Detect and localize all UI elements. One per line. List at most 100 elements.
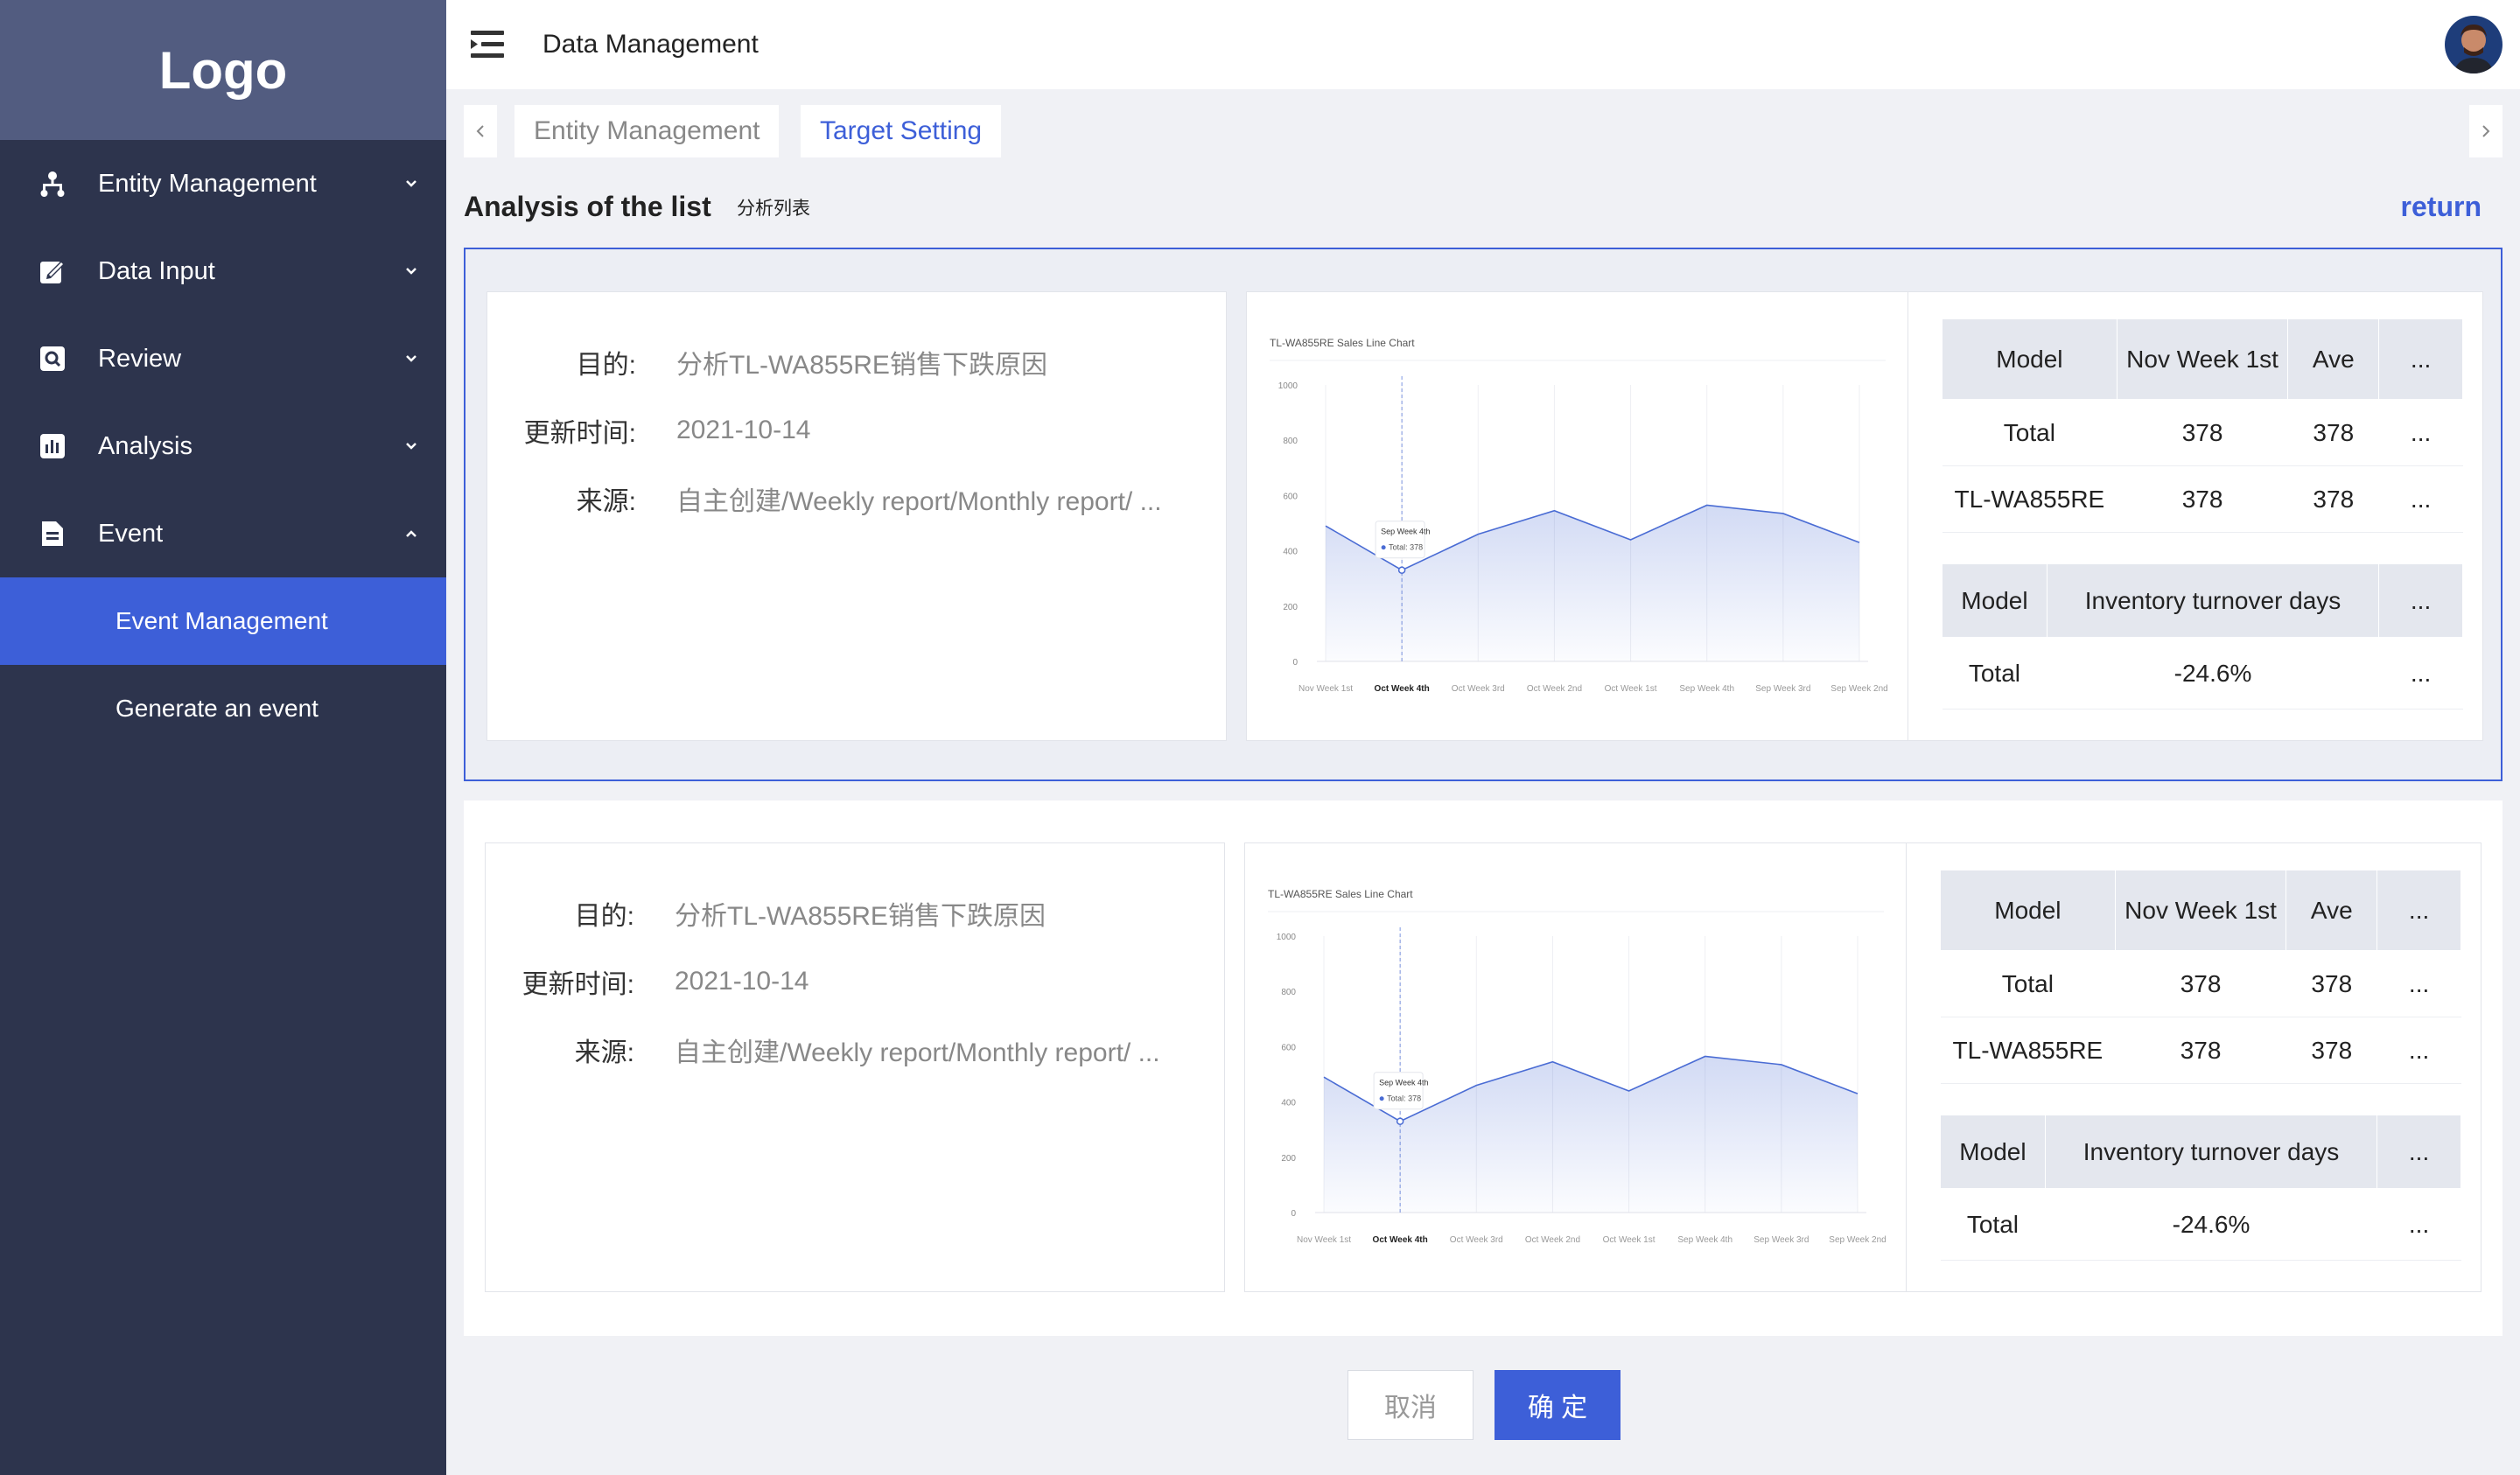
menu-fold-icon[interactable] [469,27,508,62]
info-row-source: 来源: 自主创建/Weekly report/Monthly report/ .… [486,1032,1160,1067]
x-tick-label: Sep Week 4th [1677,1235,1732,1245]
table-cell: ... [2378,465,2463,533]
info-panel: 目的: 分析TL-WA855RE销售下跌原因 更新时间: 2021-10-14 … [485,842,1225,1292]
table-cell: -24.6% [2047,637,2379,710]
chevron-right-icon [2482,125,2490,137]
sidebar-item-data-input[interactable]: Data Input [0,227,446,315]
chevron-down-icon [406,180,416,187]
document-icon [37,518,68,549]
tooltip-title: Sep Week 4th [1381,528,1430,536]
info-value: 2021-10-14 [676,416,811,444]
data-point [1396,1117,1404,1125]
y-tick-label: 600 [1283,492,1298,501]
table-header: ... [2376,1115,2461,1189]
tooltip-label: Total: 378 [1387,1094,1421,1103]
table-row: Total 378 378 ... [1940,950,2461,1017]
tab-target-setting[interactable]: Target Setting [801,105,1002,157]
chart-title: TL-WA855RE Sales Line Chart [1268,888,1413,900]
page-title: Data Management [542,30,759,59]
sidebar-subitem-generate-event[interactable]: Generate an event [0,665,446,752]
return-link[interactable]: return [2401,191,2482,223]
x-tick-label: Sep Week 3rd [1755,684,1810,694]
chevron-left-icon [476,125,484,137]
inventory-table: Model Inventory turnover days ... Total … [1942,563,2463,710]
logo-text: Logo [158,40,288,100]
inventory-table: Model Inventory turnover days ... Total … [1940,1115,2461,1261]
x-tick-label: Oct Week 2nd [1527,684,1582,694]
section-subtitle: 分析列表 [737,199,810,219]
confirm-button[interactable]: 确 定 [1494,1370,1620,1440]
cancel-button[interactable]: 取消 [1348,1370,1474,1440]
info-label: 目的: [574,902,634,931]
table-header: Ave [2286,870,2378,951]
table-cell: Total [1942,637,2048,710]
sidebar-item-label: Data Input [98,256,215,285]
x-tick-label: Oct Week 3rd [1450,1235,1503,1245]
sales-line-chart: TL-WA855RE Sales Line Chart 1000 800 600 400… [1245,843,1907,1291]
table-cell: 378 [2115,1017,2286,1084]
tab-entity-management[interactable]: Entity Management [514,105,780,157]
bar-chart-icon [37,430,68,462]
y-tick-label: 800 [1283,437,1298,446]
info-label: 目的: [576,351,636,380]
info-row-source: 来源: 自主创建/Weekly report/Monthly report/ .… [487,481,1162,516]
chart-svg: TL-WA855RE Sales Line Chart 1000 800 600 400… [1270,337,1888,694]
y-tick-label: 0 [1292,658,1298,668]
x-tick-label: Oct Week 1st [1603,1235,1656,1245]
search-icon [37,343,68,374]
logo: Logo [0,0,446,140]
tabs-scroll-right-button[interactable] [2469,105,2502,157]
model-table: Model Nov Week 1st Ave ... Total 378 378… [1940,870,2461,1084]
tabs-scroll-left-button[interactable] [464,105,497,157]
table-header: ... [2378,318,2463,400]
analysis-card[interactable]: 目的: 分析TL-WA855RE销售下跌原因 更新时间: 2021-10-14 … [464,800,2502,1336]
table-cell: Total [1940,1188,2046,1261]
table-row: TL-WA855RE 378 378 ... [1942,465,2463,533]
table-row: TL-WA855RE 378 378 ... [1940,1017,2461,1084]
sidebar-item-event[interactable]: Event [0,490,446,577]
table-cell: 378 [2286,1017,2377,1084]
info-value: 2021-10-14 [675,967,809,996]
sidebar-item-analysis[interactable]: Analysis [0,402,446,490]
tooltip-legend-dot [1381,545,1386,550]
table-cell: 378 [2117,465,2288,533]
chevron-down-icon [406,355,416,362]
table-cell: ... [2376,1017,2461,1084]
y-tick-label: 200 [1283,603,1298,612]
chart-table-panel: TL-WA855RE Sales Line Chart 1000 800 600 400… [1246,291,2483,741]
sidebar-item-review[interactable]: Review [0,315,446,402]
info-row-updated: 更新时间: 2021-10-14 [486,964,809,999]
info-label: 更新时间: [523,419,636,448]
table-cell: 378 [2115,950,2286,1017]
chart-table-panel: TL-WA855RE Sales Line Chart 1000 800 600 400… [1244,842,2482,1292]
table-cell: 378 [2286,950,2377,1017]
analysis-card[interactable]: 目的: 分析TL-WA855RE销售下跌原因 更新时间: 2021-10-14 … [464,248,2502,781]
info-value: 分析TL-WA855RE销售下跌原因 [676,351,1047,380]
chart-svg: TL-WA855RE Sales Line Chart 1000 800 600 400… [1268,888,1886,1245]
table-header: Inventory turnover days [2044,1115,2378,1189]
table-header: Model [1940,870,2116,951]
x-tick-label: Oct Week 3rd [1452,684,1505,694]
y-tick-label: 0 [1291,1209,1296,1219]
table-row: Total 378 378 ... [1942,399,2463,466]
chevron-down-icon [406,443,416,450]
chevron-up-icon [406,530,416,537]
info-row-updated: 更新时间: 2021-10-14 [487,413,811,448]
info-value: 自主创建/Weekly report/Monthly report/ ... [675,1038,1160,1067]
hierarchy-icon [37,168,68,199]
sidebar-item-label: Entity Management [98,169,317,198]
avatar[interactable] [2445,16,2502,73]
sidebar-item-label: Review [98,344,182,373]
table-header: ... [2378,563,2463,638]
tooltip-title: Sep Week 4th [1379,1079,1428,1087]
sidebar-item-entity-management[interactable]: Entity Management [0,140,446,227]
x-tick-label: Nov Week 1st [1298,684,1353,694]
table-cell: 378 [2117,399,2288,466]
sidebar-subitem-event-management[interactable]: Event Management [0,577,446,665]
y-tick-label: 400 [1283,548,1298,557]
tabs-bar: Entity Management Target Setting [464,105,2502,157]
table-cell: Total [1940,950,2116,1017]
info-value: 自主创建/Weekly report/Monthly report/ ... [676,487,1162,516]
info-row-purpose: 目的: 分析TL-WA855RE销售下跌原因 [486,896,1046,931]
x-tick-label: Sep Week 2nd [1830,684,1887,694]
